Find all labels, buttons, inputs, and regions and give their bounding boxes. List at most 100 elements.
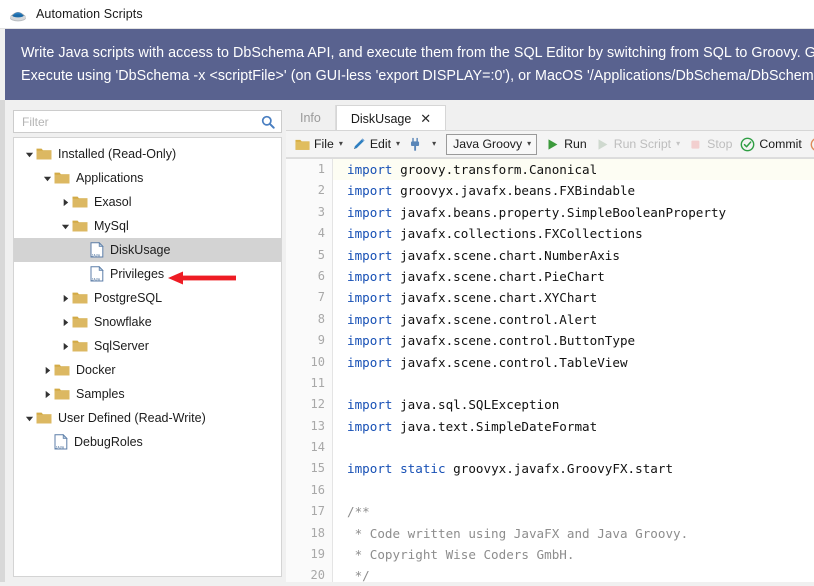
file-menu-button[interactable]: File ▾ (291, 133, 347, 155)
chevron-down-icon[interactable] (58, 214, 72, 238)
commit-button[interactable]: Commit (736, 133, 805, 155)
chevron-down-icon[interactable] (22, 142, 36, 166)
tree-item-diskusage[interactable]: JAVA DiskUsage (14, 238, 281, 262)
code-row[interactable]: 4 import javafx.collections.FXCollections (286, 223, 814, 244)
chevron-right-icon[interactable] (40, 382, 54, 406)
code-row[interactable]: 1 import groovy.transform.Canonical (286, 159, 814, 181)
chevron-right-icon[interactable] (58, 286, 72, 310)
tab-diskusage[interactable]: DiskUsage ✕ (335, 105, 447, 131)
code-text[interactable]: * Code written using JavaFX and Java Gro… (333, 523, 814, 544)
tree-item-label: Samples (76, 387, 125, 401)
chevron-down-icon[interactable] (40, 166, 54, 190)
filter-input[interactable] (22, 114, 261, 129)
rollback-icon (810, 137, 814, 152)
chevron-right-icon[interactable] (58, 334, 72, 358)
editor-tabstrip[interactable]: Info DiskUsage ✕ (286, 105, 814, 131)
chevron-down-icon[interactable]: ▾ (396, 140, 400, 148)
code-text[interactable]: import javafx.scene.chart.PieChart (333, 266, 814, 287)
code-text[interactable]: import javafx.beans.property.SimpleBoole… (333, 202, 814, 223)
code-text[interactable] (333, 373, 814, 394)
code-text[interactable]: import java.text.SimpleDateFormat (333, 416, 814, 437)
code-keyword: import (347, 290, 393, 306)
code-editor[interactable]: 1 import groovy.transform.Canonical 2 impor… (286, 158, 814, 586)
code-row[interactable]: 6 import javafx.scene.chart.PieChart (286, 266, 814, 287)
code-row[interactable]: 18 * Code written using JavaFX and Java … (286, 523, 814, 544)
tree-item-docker[interactable]: Docker (14, 358, 281, 382)
chevron-right-icon[interactable] (58, 310, 72, 334)
code-identifier: groovy.transform.Canonical (392, 162, 598, 177)
tree-item-privileges[interactable]: JAVA Privileges (14, 262, 281, 286)
code-text[interactable]: import java.sql.SQLException (333, 394, 814, 415)
code-keyword: import (347, 311, 393, 327)
code-row[interactable]: 19 * Copyright Wise Coders GmbH. (286, 544, 814, 565)
tree-item-applications[interactable]: Applications (14, 166, 281, 190)
tree-item-sqlserver[interactable]: SqlServer (14, 334, 281, 358)
java-file-icon: JAVA (90, 241, 104, 258)
code-row[interactable]: 17 /** (286, 501, 814, 522)
code-row[interactable]: 12 import java.sql.SQLException (286, 394, 814, 415)
code-comment: * Copyright Wise Coders GmbH. (347, 547, 575, 563)
tree-item-samples[interactable]: Samples (14, 382, 281, 406)
code-text[interactable] (333, 480, 814, 501)
scripts-tree-panel: Installed (Read-Only) Applications Exasol M… (8, 106, 286, 580)
java-file-icon: JAVA (54, 433, 68, 450)
scripts-tree[interactable]: Installed (Read-Only) Applications Exasol M… (13, 137, 282, 577)
code-text[interactable]: import javafx.scene.control.TableView (333, 352, 814, 373)
chevron-right-icon[interactable] (58, 190, 72, 214)
code-row[interactable]: 14 (286, 437, 814, 458)
chevron-right-icon[interactable] (40, 358, 54, 382)
code-text[interactable]: import javafx.scene.chart.XYChart (333, 287, 814, 308)
line-number: 16 (310, 482, 325, 497)
edit-menu-button[interactable]: Edit ▾ (347, 133, 404, 155)
code-text[interactable]: import groovyx.javafx.beans.FXBindable (333, 180, 814, 201)
code-row[interactable]: 10 import javafx.scene.control.TableView (286, 352, 814, 373)
tree-item-debugroles[interactable]: JAVA DebugRoles (14, 430, 281, 454)
chevron-down-icon[interactable]: ▾ (339, 140, 343, 148)
code-text[interactable]: import javafx.scene.control.ButtonType (333, 330, 814, 351)
code-text[interactable]: import javafx.scene.control.Alert (333, 309, 814, 330)
code-row[interactable]: 8 import javafx.scene.control.Alert (286, 309, 814, 330)
tab-label: DiskUsage (350, 111, 412, 126)
connection-menu-button[interactable]: ▾ (404, 133, 440, 155)
code-row[interactable]: 13 import java.text.SimpleDateFormat (286, 416, 814, 437)
code-row[interactable]: 3 import javafx.beans.property.SimpleBool… (286, 202, 814, 223)
code-text[interactable]: /** (333, 501, 814, 522)
code-text[interactable]: import groovy.transform.Canonical (333, 159, 814, 181)
tree-item-mysql[interactable]: MySql (14, 214, 281, 238)
run-button[interactable]: Run (541, 133, 591, 155)
tree-item-exasol[interactable]: Exasol (14, 190, 281, 214)
code-text[interactable]: * Copyright Wise Coders GmbH. (333, 544, 814, 565)
code-text[interactable]: import javafx.scene.chart.NumberAxis (333, 245, 814, 266)
run-script-button[interactable]: Run Script ▾ (591, 133, 684, 155)
code-text[interactable] (333, 437, 814, 458)
run-label: Run (564, 137, 587, 151)
tree-item-user-defined-read-write[interactable]: User Defined (Read-Write) (14, 406, 281, 430)
stop-button[interactable]: Stop (684, 133, 736, 155)
chevron-down-icon[interactable] (22, 406, 36, 430)
code-row[interactable]: 7 import javafx.scene.chart.XYChart (286, 287, 814, 308)
tab-info[interactable]: Info (286, 105, 336, 130)
code-comment: * Code written using JavaFX and Java Gro… (347, 525, 689, 541)
tree-item-postgresql[interactable]: PostgreSQL (14, 286, 281, 310)
code-row[interactable]: 16 (286, 480, 814, 501)
line-number: 6 (317, 268, 325, 283)
tree-item-label: DebugRoles (74, 435, 143, 449)
code-text[interactable]: import static groovyx.javafx.GroovyFX.st… (333, 458, 814, 479)
code-identifier: javafx.beans.property.SimpleBooleanPrope… (392, 204, 727, 220)
chevron-down-icon[interactable]: ▾ (676, 140, 680, 148)
tree-item-installed-read-only[interactable]: Installed (Read-Only) (14, 142, 281, 166)
code-row[interactable]: 15 import static groovyx.javafx.GroovyFX.… (286, 458, 814, 479)
code-row[interactable]: 5 import javafx.scene.chart.NumberAxis (286, 245, 814, 266)
language-select[interactable]: Java Groovy ▾ (446, 133, 538, 155)
filter-box[interactable] (13, 110, 282, 133)
code-row[interactable]: 9 import javafx.scene.control.ButtonType (286, 330, 814, 351)
rollback-button[interactable] (806, 133, 814, 155)
close-icon[interactable]: ✕ (420, 112, 431, 125)
chevron-down-icon[interactable]: ▾ (432, 140, 436, 148)
tree-item-snowflake[interactable]: Snowflake (14, 310, 281, 334)
code-text[interactable]: import javafx.collections.FXCollections (333, 223, 814, 244)
code-row[interactable]: 2 import groovyx.javafx.beans.FXBindable (286, 180, 814, 201)
code-lines[interactable]: 1 import groovy.transform.Canonical 2 impor… (286, 159, 814, 586)
code-row[interactable]: 11 (286, 373, 814, 394)
search-icon[interactable] (261, 115, 275, 129)
